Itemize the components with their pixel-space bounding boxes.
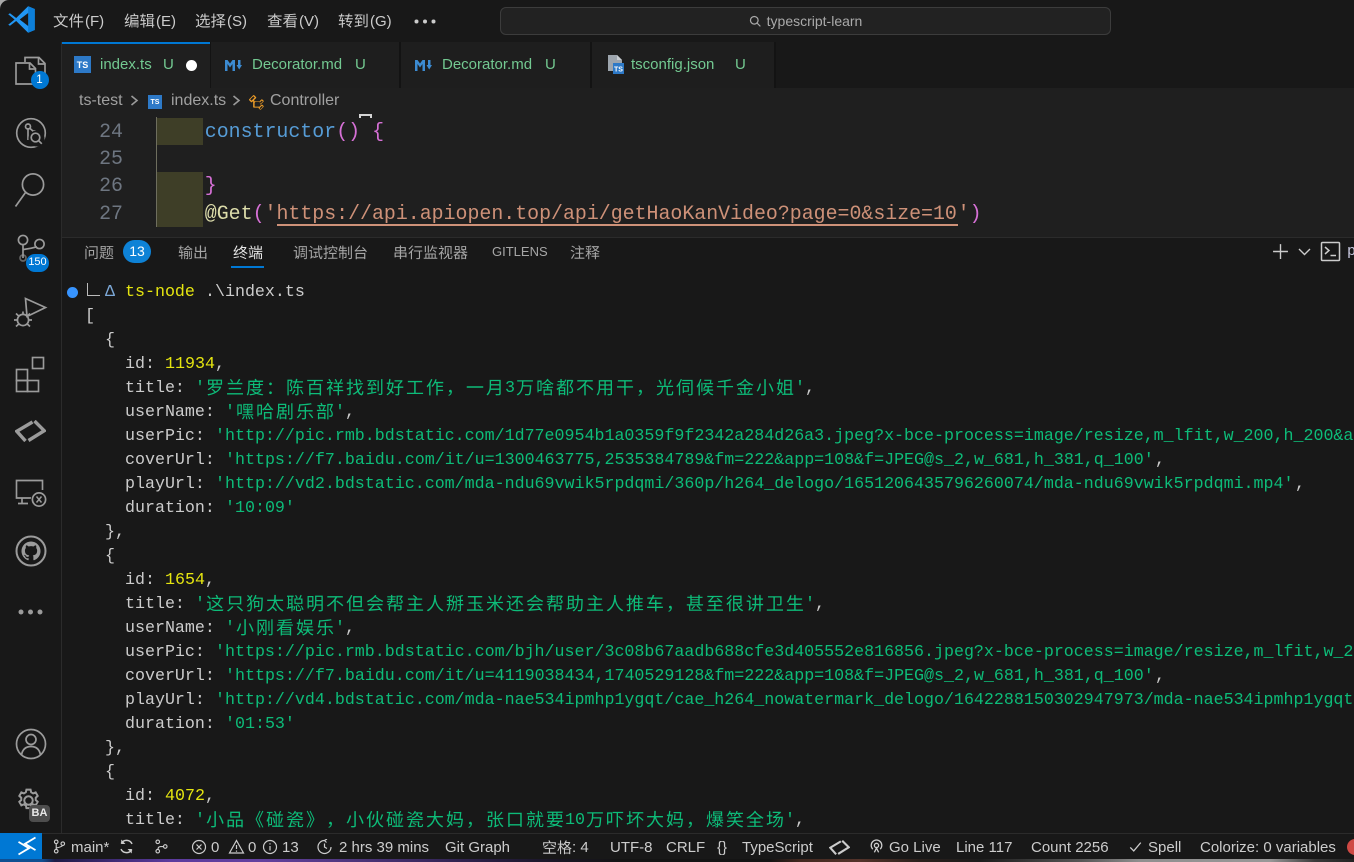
svg-text:TS: TS <box>614 67 623 74</box>
